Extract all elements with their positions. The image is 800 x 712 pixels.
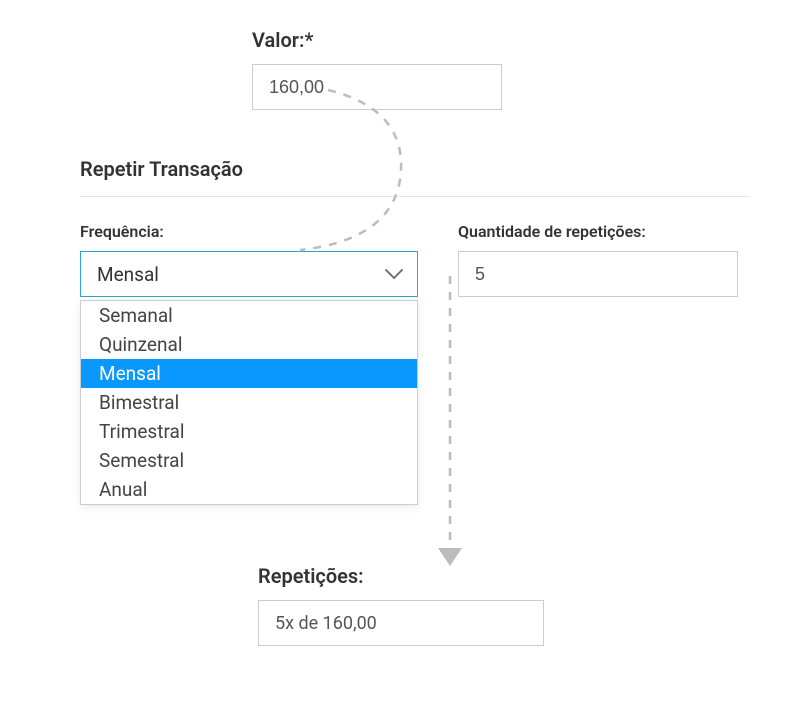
freq-option-semanal[interactable]: Semanal (81, 301, 417, 330)
chevron-down-icon (385, 269, 403, 279)
result-display: 5x de 160,00 (258, 600, 544, 646)
result-label: Repetições: (258, 564, 544, 588)
frequencia-selected-value: Mensal (97, 263, 159, 286)
frequencia-label: Frequência: (80, 222, 418, 241)
freq-option-bimestral[interactable]: Bimestral (81, 388, 417, 417)
valor-field-group: Valor:* (252, 28, 502, 110)
freq-option-semestral[interactable]: Semestral (81, 446, 417, 475)
fields-row: Frequência: Mensal Quantidade de repetiç… (80, 222, 750, 297)
quantidade-field-group: Quantidade de repetições: (458, 222, 750, 297)
freq-option-trimestral[interactable]: Trimestral (81, 417, 417, 446)
valor-label: Valor:* (252, 28, 502, 52)
freq-option-quinzenal[interactable]: Quinzenal (81, 330, 417, 359)
quantidade-label: Quantidade de repetições: (458, 222, 750, 241)
frequencia-field-group: Frequência: Mensal (80, 222, 418, 297)
repeat-transaction-title: Repetir Transação (80, 157, 243, 181)
quantidade-input[interactable] (458, 251, 738, 297)
frequencia-dropdown: Semanal Quinzenal Mensal Bimestral Trime… (80, 300, 418, 505)
section-divider (80, 196, 750, 197)
result-text: 5x de 160,00 (275, 613, 377, 634)
valor-input[interactable] (252, 64, 502, 110)
result-section: Repetições: 5x de 160,00 (258, 564, 544, 646)
freq-option-anual[interactable]: Anual (81, 475, 417, 504)
freq-option-mensal[interactable]: Mensal (81, 359, 417, 388)
flow-arrow-qty-to-result (420, 260, 500, 580)
frequencia-select[interactable]: Mensal (80, 251, 418, 297)
